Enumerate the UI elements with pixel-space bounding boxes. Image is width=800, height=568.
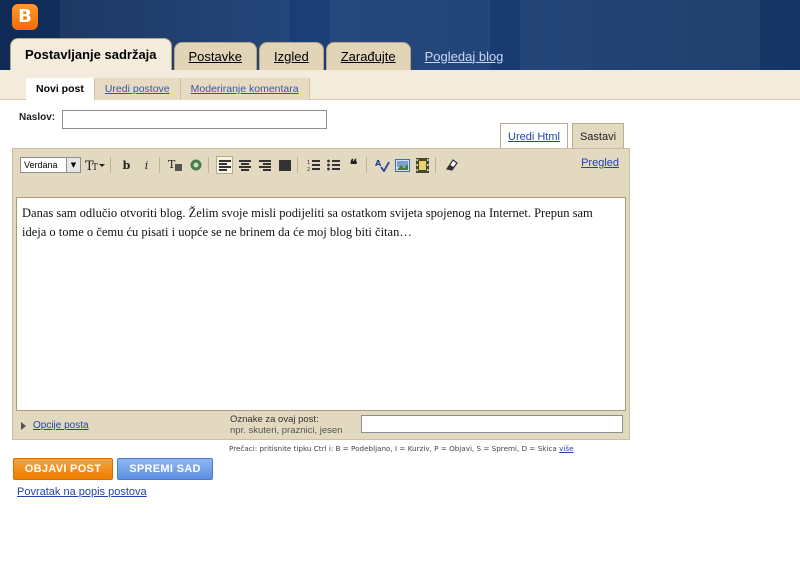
toolbar-separator bbox=[435, 157, 436, 173]
bullet-list-icon[interactable] bbox=[325, 156, 342, 174]
shortcuts-more-link[interactable]: više bbox=[559, 444, 573, 453]
header: B Postavljanje sadržaja Postavke Izgled … bbox=[0, 0, 800, 70]
title-label: Naslov: bbox=[19, 112, 56, 123]
editor-toolbar: Verdana ▼ TT b i T 1 2 ❝ A bbox=[17, 153, 625, 177]
toolbar-separator bbox=[297, 157, 298, 173]
tags-hint: npr. skuteri, praznici, jesen bbox=[230, 425, 343, 436]
subnav-tabs: Novi post Uredi postove Moderiranje kome… bbox=[26, 78, 310, 100]
subtab-edit-posts[interactable]: Uredi postove bbox=[94, 78, 181, 100]
spellcheck-icon[interactable]: A bbox=[374, 156, 391, 174]
text-color-icon[interactable]: T bbox=[167, 156, 184, 174]
tab-settings[interactable]: Postavke bbox=[173, 42, 257, 70]
subtab-new-post[interactable]: Novi post bbox=[26, 78, 95, 100]
font-select-value: Verdana bbox=[24, 160, 58, 170]
toolbar-separator bbox=[110, 157, 111, 173]
publish-post-button[interactable]: OBJAVI POST bbox=[13, 458, 113, 480]
bold-icon[interactable]: b bbox=[118, 156, 135, 174]
tab-posting[interactable]: Postavljanje sadržaja bbox=[10, 38, 172, 70]
editor-mode-tabs: Uredi Html Sastavi bbox=[496, 123, 625, 149]
svg-text:2: 2 bbox=[307, 167, 310, 172]
svg-text:1: 1 bbox=[307, 160, 310, 166]
expand-arrow-icon[interactable] bbox=[21, 422, 26, 430]
view-blog-link[interactable]: Pogledaj blog bbox=[413, 42, 516, 70]
remove-format-icon[interactable] bbox=[443, 156, 460, 174]
subnav: Novi post Uredi postove Moderiranje kome… bbox=[0, 70, 800, 100]
preview-link[interactable]: Pregled bbox=[581, 157, 619, 169]
tab-monetize[interactable]: Zarađujte bbox=[325, 42, 411, 70]
image-icon[interactable] bbox=[394, 156, 411, 174]
align-right-icon[interactable] bbox=[256, 156, 273, 174]
editor-footer: Opcije posta Oznake za ovaj post: npr. s… bbox=[13, 411, 629, 439]
svg-text:A: A bbox=[375, 159, 382, 168]
main-tabs: Postavljanje sadržaja Postavke Izgled Za… bbox=[10, 38, 515, 70]
font-size-icon[interactable]: TT bbox=[84, 156, 106, 174]
tags-label: Oznake za ovaj post: bbox=[230, 414, 319, 425]
tab-compose[interactable]: Sastavi bbox=[571, 123, 625, 149]
align-left-icon[interactable] bbox=[216, 156, 233, 174]
header-decoration bbox=[520, 0, 760, 70]
blogger-editor-page: B Postavljanje sadržaja Postavke Izgled … bbox=[0, 0, 800, 568]
post-editor: Verdana ▼ TT b i T 1 2 ❝ A Pregled Danas… bbox=[12, 148, 630, 440]
svg-text:T: T bbox=[92, 163, 98, 172]
font-select[interactable]: Verdana ▼ bbox=[20, 157, 81, 173]
shortcuts-text: Prečaci: pritisnite tipku Ctrl i: B = Po… bbox=[229, 444, 557, 453]
video-icon[interactable] bbox=[414, 156, 431, 174]
subtab-moderate-comments[interactable]: Moderiranje komentara bbox=[180, 78, 310, 100]
post-options-link[interactable]: Opcije posta bbox=[33, 420, 89, 431]
blogger-logo-icon[interactable]: B bbox=[12, 4, 38, 30]
toolbar-separator bbox=[208, 157, 209, 173]
italic-icon[interactable]: i bbox=[138, 156, 155, 174]
svg-text:T: T bbox=[168, 158, 176, 171]
tags-input[interactable] bbox=[361, 415, 623, 433]
tab-edit-html[interactable]: Uredi Html bbox=[500, 123, 568, 149]
justify-icon[interactable] bbox=[276, 156, 293, 174]
save-now-button[interactable]: SPREMI SAD bbox=[117, 458, 213, 480]
toolbar-separator bbox=[366, 157, 367, 173]
tab-layout[interactable]: Izgled bbox=[259, 42, 324, 70]
numbered-list-icon[interactable]: 12 bbox=[305, 156, 322, 174]
back-to-posts-link[interactable]: Povratak na popis postova bbox=[17, 486, 147, 498]
chevron-down-icon: ▼ bbox=[66, 158, 80, 172]
quote-icon[interactable]: ❝ bbox=[345, 156, 362, 174]
link-icon[interactable] bbox=[187, 156, 204, 174]
toolbar-separator bbox=[159, 157, 160, 173]
post-body-textarea[interactable]: Danas sam odlučio otvoriti blog. Želim s… bbox=[16, 197, 626, 411]
align-center-icon[interactable] bbox=[236, 156, 253, 174]
logo-letter: B bbox=[18, 6, 32, 27]
shortcuts-hint: Prečaci: pritisnite tipku Ctrl i: B = Po… bbox=[229, 444, 574, 453]
title-input[interactable] bbox=[62, 110, 327, 129]
